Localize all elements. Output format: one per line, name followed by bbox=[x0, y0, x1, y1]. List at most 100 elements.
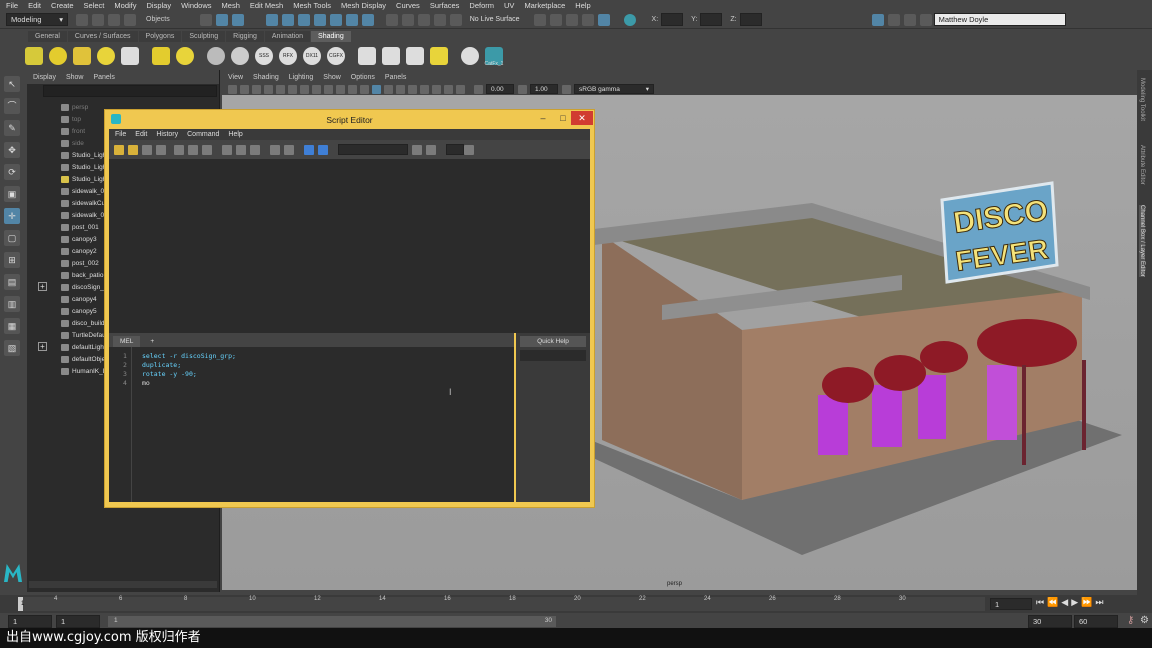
expand-icon[interactable]: + bbox=[38, 342, 47, 351]
gate-mask-icon[interactable] bbox=[312, 84, 321, 94]
outliner-item[interactable]: top bbox=[61, 113, 81, 125]
se-menu-help[interactable]: Help bbox=[228, 131, 242, 138]
color-management-icon[interactable] bbox=[562, 84, 571, 94]
code-line[interactable]: rotate -y -90; bbox=[142, 370, 197, 378]
outliner-menu-display[interactable]: Display bbox=[33, 74, 56, 81]
gamma-field[interactable]: 1.00 bbox=[530, 84, 558, 94]
clapper-icon-1[interactable] bbox=[358, 46, 376, 65]
quick-help-button[interactable]: Quick Help bbox=[520, 336, 586, 347]
tab-modeling-toolkit[interactable]: Modeling Toolkit bbox=[1139, 78, 1145, 121]
film-gate-icon[interactable] bbox=[288, 84, 297, 94]
resolution-gate-icon[interactable] bbox=[300, 84, 309, 94]
se-menu-command[interactable]: Command bbox=[187, 131, 219, 138]
outliner-item[interactable]: Studio_Light bbox=[61, 161, 108, 173]
colorspace-dropdown[interactable]: sRGB gamma ▾ bbox=[574, 84, 654, 94]
script-input-pane[interactable]: 1 2 3 4 select -r discoSign_grp; duplica… bbox=[109, 347, 514, 502]
area-light-icon[interactable] bbox=[73, 46, 91, 65]
range-start-field[interactable]: 1 bbox=[56, 615, 100, 628]
shelf-tab-sculpting[interactable]: Sculpting bbox=[182, 31, 226, 42]
snap-point-icon[interactable] bbox=[417, 13, 430, 26]
viewport-menu-panels[interactable]: Panels bbox=[385, 74, 406, 81]
target-icon[interactable] bbox=[461, 46, 479, 65]
mask-icon-6[interactable] bbox=[345, 13, 358, 26]
clear-history-icon[interactable] bbox=[174, 144, 184, 155]
tab-channel-box[interactable]: Channel Box / Layer Editor bbox=[1139, 205, 1145, 277]
minimize-icon[interactable]: – bbox=[533, 111, 553, 125]
shelf-tab-shading[interactable]: Shading bbox=[311, 31, 351, 42]
close-icon[interactable]: ✕ bbox=[571, 111, 593, 125]
gamma-icon[interactable] bbox=[518, 84, 527, 94]
shelf-tab-animation[interactable]: Animation bbox=[264, 31, 311, 42]
clear-input-icon[interactable] bbox=[188, 144, 198, 155]
add-tab-button[interactable]: + bbox=[143, 336, 162, 347]
redo-icon[interactable] bbox=[124, 13, 136, 26]
viewport-menu-lighting[interactable]: Lighting bbox=[289, 74, 314, 81]
mask-icon-5[interactable] bbox=[329, 13, 342, 26]
snap-grid-icon[interactable] bbox=[385, 13, 398, 26]
outliner-item[interactable]: persp bbox=[61, 101, 88, 113]
point-light-icon[interactable] bbox=[97, 46, 115, 65]
se-menu-file[interactable]: File bbox=[115, 131, 126, 138]
outliner-item[interactable]: canopy3 bbox=[61, 233, 97, 245]
outliner-item[interactable]: Studio_Light bbox=[61, 149, 108, 161]
texture-icon[interactable] bbox=[430, 46, 448, 65]
shadows-icon[interactable] bbox=[396, 84, 405, 94]
menu-mesh[interactable]: Mesh bbox=[222, 1, 240, 10]
outliner-menu-panels[interactable]: Panels bbox=[93, 74, 114, 81]
script-editor-window[interactable]: Script Editor – □ ✕ File Edit History Co… bbox=[104, 109, 595, 508]
objects-label[interactable]: Objects bbox=[146, 16, 170, 23]
outliner-item[interactable]: defaultObje bbox=[61, 353, 105, 365]
range-end-field[interactable]: 30 bbox=[1028, 615, 1072, 628]
workspace-icon-2[interactable] bbox=[887, 13, 900, 26]
font-size-field[interactable] bbox=[446, 144, 464, 155]
outliner-scrollbar[interactable] bbox=[29, 581, 217, 588]
y-field[interactable] bbox=[700, 13, 723, 26]
scale-tool-icon[interactable]: ▣ bbox=[4, 186, 20, 202]
ipr-render-icon[interactable] bbox=[565, 13, 578, 26]
viewport-menu-view[interactable]: View bbox=[228, 74, 243, 81]
outliner-item[interactable]: sidewalk_00 bbox=[61, 185, 108, 197]
xray-icon[interactable] bbox=[444, 84, 453, 94]
menu-marketplace[interactable]: Marketplace bbox=[524, 1, 565, 10]
time-slider[interactable]: 1 4 6 8 10 12 14 16 18 20 22 24 26 28 30… bbox=[0, 595, 1152, 613]
hypershade-icon[interactable] bbox=[597, 13, 610, 26]
save-scene-icon[interactable] bbox=[92, 13, 104, 26]
menu-select[interactable]: Select bbox=[84, 1, 105, 10]
menu-uv[interactable]: UV bbox=[504, 1, 514, 10]
outliner-item[interactable]: side bbox=[61, 137, 84, 149]
menu-help[interactable]: Help bbox=[575, 1, 590, 10]
expand-icon[interactable]: + bbox=[38, 282, 47, 291]
outliner-item[interactable]: defaultLight bbox=[61, 341, 106, 353]
exposure-field[interactable]: 0.00 bbox=[486, 84, 514, 94]
menu-display[interactable]: Display bbox=[147, 1, 172, 10]
camera-select-icon[interactable] bbox=[228, 84, 237, 94]
show-both-icon[interactable] bbox=[250, 144, 260, 155]
code-line[interactable]: duplicate; bbox=[142, 361, 181, 369]
outliner-item[interactable]: sidewalk_00 bbox=[61, 209, 108, 221]
anim-prefs-icon[interactable]: ⚙ bbox=[1140, 615, 1149, 626]
mode-dropdown[interactable]: Modeling ▾ bbox=[6, 13, 68, 26]
rotate-tool-icon[interactable]: ⟳ bbox=[4, 164, 20, 180]
bookmark-icon[interactable] bbox=[252, 84, 261, 94]
search-prev-icon[interactable] bbox=[426, 144, 436, 155]
layout-icon-1[interactable]: ▤ bbox=[4, 274, 20, 290]
wireframe-icon[interactable] bbox=[348, 84, 357, 94]
current-frame-field[interactable]: 1 bbox=[990, 598, 1032, 610]
search-next-icon[interactable] bbox=[412, 144, 422, 155]
show-history-icon[interactable] bbox=[222, 144, 232, 155]
light-icon-1[interactable] bbox=[25, 46, 43, 65]
four-view-icon[interactable]: ⊞ bbox=[4, 252, 20, 268]
script-editor-titlebar[interactable]: Script Editor – □ ✕ bbox=[105, 110, 594, 129]
quick-help-input[interactable] bbox=[520, 350, 586, 361]
outliner-menu-show[interactable]: Show bbox=[66, 74, 84, 81]
camera-attrs-icon[interactable] bbox=[240, 84, 249, 94]
menu-modify[interactable]: Modify bbox=[114, 1, 136, 10]
auto-key-icon[interactable]: ⚷ bbox=[1127, 615, 1134, 626]
single-view-icon[interactable]: ▢ bbox=[4, 230, 20, 246]
script-search-field[interactable] bbox=[338, 144, 408, 155]
outliner-item[interactable]: post_001 bbox=[61, 221, 99, 233]
code-line[interactable]: mo bbox=[142, 379, 150, 387]
catfx-icon[interactable]: CatFx_1 bbox=[485, 46, 503, 67]
grid-icon[interactable] bbox=[276, 84, 285, 94]
outliner-item[interactable]: canopy4 bbox=[61, 293, 97, 305]
